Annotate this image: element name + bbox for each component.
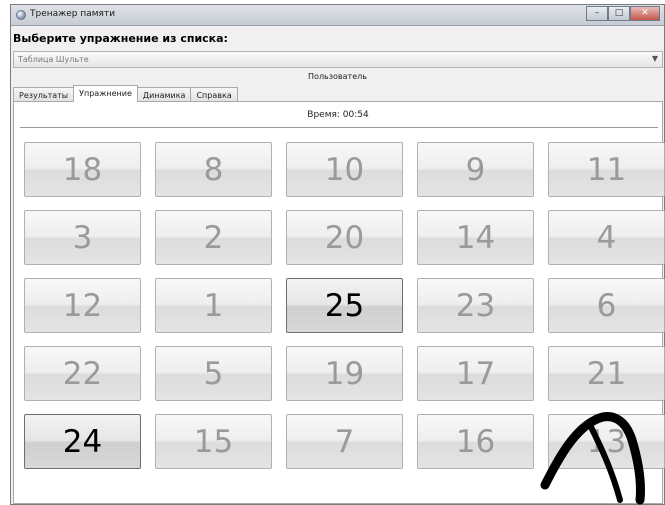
title-bar[interactable]: Тренажер памяти – □ ✕ <box>11 5 664 26</box>
grid-cell-16[interactable]: 16 <box>417 414 534 469</box>
grid-cell-20[interactable]: 20 <box>286 210 403 265</box>
exercise-panel: Время: 00:54 18 8 10 9 11 3 2 20 14 4 12 1 25 23 6 22 5 1… <box>13 101 665 504</box>
grid-cell-5[interactable]: 5 <box>155 346 272 401</box>
grid-cell-21[interactable]: 21 <box>548 346 665 401</box>
divider <box>20 127 658 128</box>
grid-cell-3[interactable]: 3 <box>24 210 141 265</box>
tab-exercise[interactable]: Упражнение <box>73 85 138 102</box>
exercise-select[interactable]: Таблица Шульте ▼ <box>13 51 663 68</box>
grid-cell-14[interactable]: 14 <box>417 210 534 265</box>
app-window: Тренажер памяти – □ ✕ Выберите упражнени… <box>10 4 665 505</box>
exercise-select-value: Таблица Шульте <box>18 55 89 64</box>
grid-cell-24[interactable]: 24 <box>24 414 141 469</box>
tab-dynamics[interactable]: Динамика <box>136 87 192 102</box>
grid-cell-11[interactable]: 11 <box>548 142 665 197</box>
maximize-icon[interactable]: □ <box>608 6 630 21</box>
window-controls: – □ ✕ <box>586 6 660 21</box>
grid-cell-17[interactable]: 17 <box>417 346 534 401</box>
grid-cell-15[interactable]: 15 <box>155 414 272 469</box>
grid-cell-6[interactable]: 6 <box>548 278 665 333</box>
close-icon[interactable]: ✕ <box>630 6 660 21</box>
minimize-icon[interactable]: – <box>586 6 608 21</box>
grid-cell-1[interactable]: 1 <box>155 278 272 333</box>
exercise-prompt: Выберите упражнение из списка: <box>13 32 228 45</box>
app-icon <box>16 10 26 20</box>
grid-cell-22[interactable]: 22 <box>24 346 141 401</box>
tab-help[interactable]: Справка <box>190 87 238 102</box>
grid-cell-19[interactable]: 19 <box>286 346 403 401</box>
grid-cell-12[interactable]: 12 <box>24 278 141 333</box>
tab-bar: Результаты Упражнение Динамика Справка <box>13 85 238 102</box>
grid-cell-23[interactable]: 23 <box>417 278 534 333</box>
dropdown-arrow-icon[interactable]: ▼ <box>652 54 658 63</box>
grid-cell-18[interactable]: 18 <box>24 142 141 197</box>
grid-cell-8[interactable]: 8 <box>155 142 272 197</box>
timer-label: Время: 00:54 <box>307 110 369 120</box>
user-label: Пользователь <box>308 72 367 81</box>
grid-cell-9[interactable]: 9 <box>417 142 534 197</box>
grid-cell-7[interactable]: 7 <box>286 414 403 469</box>
grid-cell-10[interactable]: 10 <box>286 142 403 197</box>
grid-cell-25[interactable]: 25 <box>286 278 403 333</box>
grid-cell-13[interactable]: 13 <box>548 414 665 469</box>
grid-cell-4[interactable]: 4 <box>548 210 665 265</box>
window-title: Тренажер памяти <box>30 9 116 19</box>
tab-results[interactable]: Результаты <box>13 87 75 102</box>
grid-cell-2[interactable]: 2 <box>155 210 272 265</box>
